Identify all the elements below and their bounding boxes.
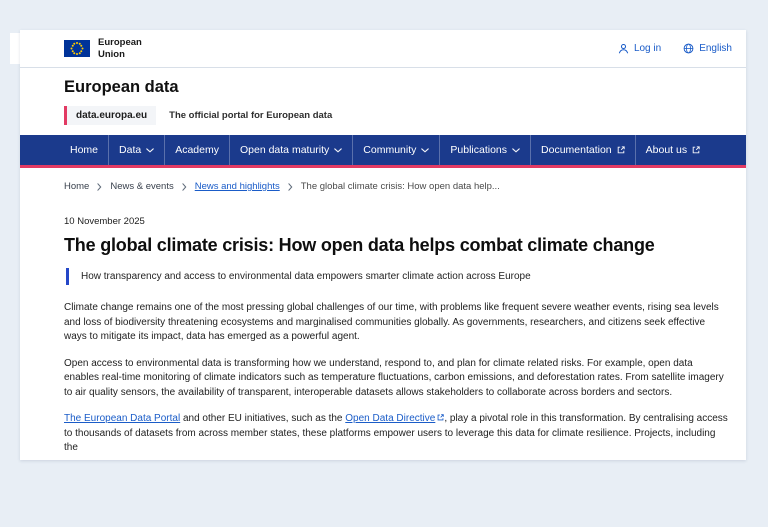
eu-flag-icon xyxy=(64,40,90,57)
article-lede-text: How transparency and access to environme… xyxy=(81,271,531,282)
article-paragraph-3: The European Data Portal and other EU in… xyxy=(64,412,730,456)
external-link-icon xyxy=(692,146,700,154)
site-masthead: European data data.europa.eu The officia… xyxy=(20,68,746,135)
nav-item-publications[interactable]: Publications xyxy=(439,135,530,165)
breadcrumb-link-news-and-highlights[interactable]: News and highlights xyxy=(195,181,280,192)
nav-item-data[interactable]: Data xyxy=(108,135,164,165)
site-subheader: data.europa.eu The official portal for E… xyxy=(64,106,732,125)
nav-item-label: Documentation xyxy=(541,144,612,156)
chevron-right-icon xyxy=(182,183,187,191)
chevron-down-icon xyxy=(146,148,154,153)
article-paragraph-2: Open access to environmental data is tra… xyxy=(64,357,730,401)
chevron-right-icon xyxy=(288,183,293,191)
nav-item-label: Open data maturity xyxy=(240,144,329,156)
article: 10 November 2025 The global climate cris… xyxy=(20,202,746,456)
site-tagline: The official portal for European data xyxy=(169,110,332,121)
topbar-actions: Log in English xyxy=(618,43,732,54)
top-header: European Union Log in English xyxy=(20,30,746,68)
breadcrumb-link-home[interactable]: Home xyxy=(64,181,89,192)
link-open-data-directive[interactable]: Open Data Directive xyxy=(345,413,444,424)
nav-item-home[interactable]: Home xyxy=(60,135,108,165)
article-date: 10 November 2025 xyxy=(64,216,730,227)
external-link-icon xyxy=(437,414,444,421)
nav-item-label: Home xyxy=(70,144,98,156)
article-title: The global climate crisis: How open data… xyxy=(64,235,730,256)
nav-item-label: Academy xyxy=(175,144,219,156)
user-icon xyxy=(618,43,629,54)
globe-icon xyxy=(683,43,694,54)
breadcrumb: Home News & events News and highlights The … xyxy=(20,168,746,202)
chevron-down-icon xyxy=(421,148,429,153)
language-label: English xyxy=(699,43,732,54)
portal-page: European Union Log in English xyxy=(20,30,746,460)
article-lede: How transparency and access to environme… xyxy=(66,268,730,285)
language-button[interactable]: English xyxy=(683,43,732,54)
domain-badge: data.europa.eu xyxy=(64,106,156,125)
eu-brand-text: European Union xyxy=(98,37,142,59)
nav-item-label: About us xyxy=(646,144,687,156)
breadcrumb-current-the-global-climate-crisis-how-open-data-: The global climate crisis: How open data… xyxy=(301,181,500,192)
nav-item-label: Community xyxy=(363,144,416,156)
article-body: Climate change remains one of the most p… xyxy=(64,301,730,456)
chevron-down-icon xyxy=(334,148,342,153)
nav-item-community[interactable]: Community xyxy=(352,135,439,165)
eu-brand-line2: Union xyxy=(98,49,142,60)
nav-item-open-data-maturity[interactable]: Open data maturity xyxy=(229,135,352,165)
breadcrumb-link-news-events[interactable]: News & events xyxy=(110,181,173,192)
article-paragraph-1: Climate change remains one of the most p… xyxy=(64,301,730,345)
chevron-right-icon xyxy=(97,183,102,191)
eu-brand-line1: European xyxy=(98,37,142,48)
nav-item-about-us[interactable]: About us xyxy=(635,135,710,165)
login-button[interactable]: Log in xyxy=(618,43,661,54)
chevron-down-icon xyxy=(512,148,520,153)
link-the-european-data-portal[interactable]: The European Data Portal xyxy=(64,413,180,424)
login-label: Log in xyxy=(634,43,661,54)
nav-item-label: Data xyxy=(119,144,141,156)
nav-item-label: Publications xyxy=(450,144,507,156)
nav-item-documentation[interactable]: Documentation xyxy=(530,135,635,165)
external-link-icon xyxy=(617,146,625,154)
nav-item-academy[interactable]: Academy xyxy=(164,135,229,165)
site-title: European data xyxy=(64,78,732,97)
main-nav: Home Data Academy Open data maturity Communi… xyxy=(20,135,746,165)
eu-logo[interactable]: European Union xyxy=(64,37,142,59)
